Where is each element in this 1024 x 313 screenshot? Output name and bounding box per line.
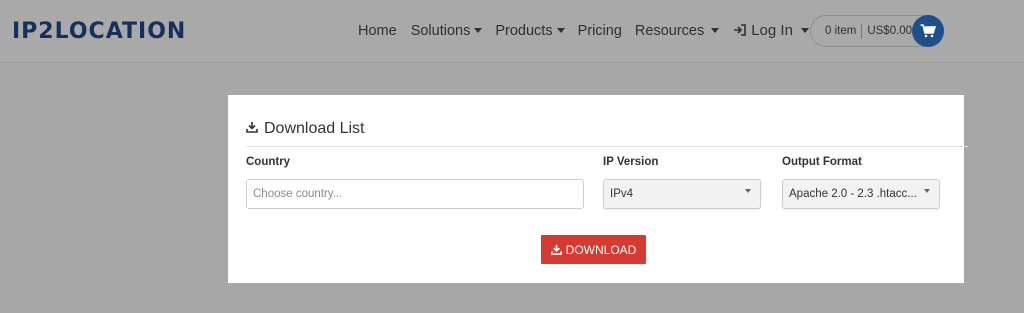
nav-products-label: Products	[495, 22, 553, 39]
cart-item-count: 0 item	[825, 25, 857, 37]
country-select[interactable]: Choose country...	[246, 179, 584, 209]
cart-total: US$0.00	[867, 25, 913, 37]
nav-resources[interactable]: Resources	[634, 22, 720, 39]
download-icon	[246, 120, 258, 138]
chevron-down-icon	[474, 28, 483, 33]
ip-version-select[interactable]: IPv4	[603, 179, 761, 209]
output-format-value: Apache 2.0 - 2.3 .htacc...	[789, 188, 917, 200]
download-button-label: DOWNLOAD	[565, 242, 637, 257]
nav-pricing[interactable]: Pricing	[578, 23, 622, 39]
main-nav: Home Solutions Products Pricing Resource…	[358, 22, 809, 39]
country-label: Country	[246, 156, 291, 168]
card-title: Download List	[246, 120, 365, 138]
ip-version-label: IP Version	[603, 156, 659, 168]
nav-products[interactable]: Products	[495, 22, 565, 39]
ip2location-logo[interactable]: IP2LOCATION	[12, 19, 186, 44]
download-icon	[550, 244, 562, 255]
nav-login-label: Log In	[751, 22, 793, 39]
nav-solutions-label: Solutions	[410, 22, 471, 39]
chevron-down-icon	[924, 189, 930, 193]
cart-widget[interactable]: 0 item US$0.00	[810, 15, 944, 47]
ip-version-value: IPv4	[610, 188, 634, 200]
cart-divider	[861, 23, 863, 39]
title-divider	[246, 146, 968, 147]
nav-pricing-label: Pricing	[577, 22, 622, 39]
top-navbar: IP2LOCATION Home Solutions Products Pric…	[0, 0, 1024, 63]
output-format-label: Output Format	[782, 156, 862, 168]
nav-login[interactable]: Log In	[733, 22, 809, 39]
nav-resources-label: Resources	[634, 22, 705, 39]
chevron-down-icon	[556, 28, 565, 33]
nav-home[interactable]: Home	[358, 23, 397, 39]
cart-button[interactable]	[912, 15, 944, 47]
chevron-down-icon	[745, 189, 751, 193]
nav-solutions[interactable]: Solutions	[411, 23, 483, 39]
nav-home-label: Home	[358, 22, 397, 39]
card-title-text: Download List	[264, 120, 365, 137]
country-placeholder: Choose country...	[253, 188, 343, 200]
download-button[interactable]: DOWNLOAD	[541, 235, 646, 264]
login-icon	[733, 23, 747, 39]
output-format-select[interactable]: Apache 2.0 - 2.3 .htacc...	[782, 179, 940, 209]
shopping-cart-icon	[920, 24, 936, 38]
chevron-down-icon	[711, 28, 720, 33]
chevron-down-icon	[800, 28, 809, 33]
download-list-card: Download List Country Choose country... …	[228, 95, 968, 283]
